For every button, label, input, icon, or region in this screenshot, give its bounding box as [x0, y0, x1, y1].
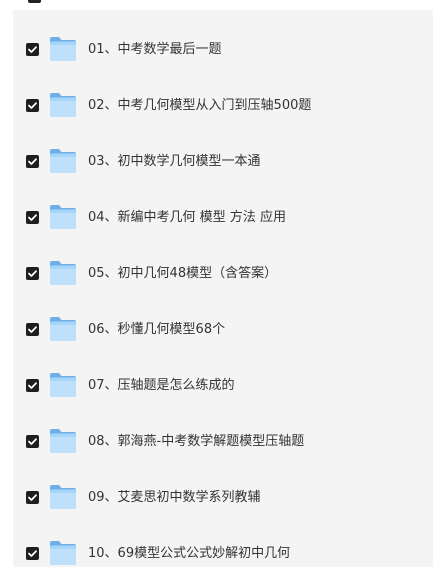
checkbox-checked-icon[interactable]	[26, 491, 39, 504]
list-item[interactable]: 02、中考几何模型从入门到压轴500题	[13, 78, 433, 134]
list-item[interactable]: 10、69模型公式公式妙解初中几何	[13, 526, 433, 582]
folder-name: 06、秒懂几何模型68个	[88, 322, 226, 337]
checkbox-checked-icon[interactable]	[26, 547, 39, 560]
list-item[interactable]: 01、中考数学最后一题	[13, 22, 433, 78]
folder-icon	[49, 260, 77, 286]
checkbox-checked-icon[interactable]	[26, 267, 39, 280]
checkbox-checked-icon[interactable]	[26, 435, 39, 448]
checkbox-checked-icon[interactable]	[26, 323, 39, 336]
checkbox-checked-icon[interactable]	[26, 43, 39, 56]
list-item[interactable]: 04、新编中考几何 模型 方法 应用	[13, 190, 433, 246]
folder-name: 01、中考数学最后一题	[88, 42, 222, 57]
folder-name: 09、艾麦思初中数学系列教辅	[88, 490, 261, 505]
folder-icon	[49, 36, 77, 62]
list-item[interactable]: 08、郭海燕-中考数学解题模型压轴题	[13, 414, 433, 470]
folder-icon	[49, 204, 77, 230]
checkbox-checked-icon[interactable]	[26, 99, 39, 112]
checkbox-checked-icon[interactable]	[26, 155, 39, 168]
list-item[interactable]: 06、秒懂几何模型68个	[13, 302, 433, 358]
folder-icon	[49, 428, 77, 454]
folder-name: 02、中考几何模型从入门到压轴500题	[88, 98, 312, 113]
folder-name: 04、新编中考几何 模型 方法 应用	[88, 210, 286, 225]
folder-name: 03、初中数学几何模型一本通	[88, 154, 261, 169]
checkbox-checked-icon[interactable]	[26, 379, 39, 392]
folder-icon	[49, 316, 77, 342]
checkbox-checked-icon[interactable]	[26, 211, 39, 224]
folder-icon	[49, 540, 77, 566]
folder-icon	[49, 148, 77, 174]
list-item[interactable]: 05、初中几何48模型（含答案）	[13, 246, 433, 302]
folder-icon	[49, 92, 77, 118]
folder-name: 07、压轴题是怎么练成的	[88, 378, 235, 393]
list-item[interactable]: 03、初中数学几何模型一本通	[13, 134, 433, 190]
partial-checkbox-above	[28, 0, 41, 3]
list-item[interactable]: 09、艾麦思初中数学系列教辅	[13, 470, 433, 526]
folder-name: 08、郭海燕-中考数学解题模型压轴题	[88, 434, 305, 449]
folder-name: 10、69模型公式公式妙解初中几何	[88, 546, 291, 561]
folder-icon	[49, 484, 77, 510]
list-item[interactable]: 07、压轴题是怎么练成的	[13, 358, 433, 414]
folder-name: 05、初中几何48模型（含答案）	[88, 266, 278, 281]
folder-icon	[49, 372, 77, 398]
